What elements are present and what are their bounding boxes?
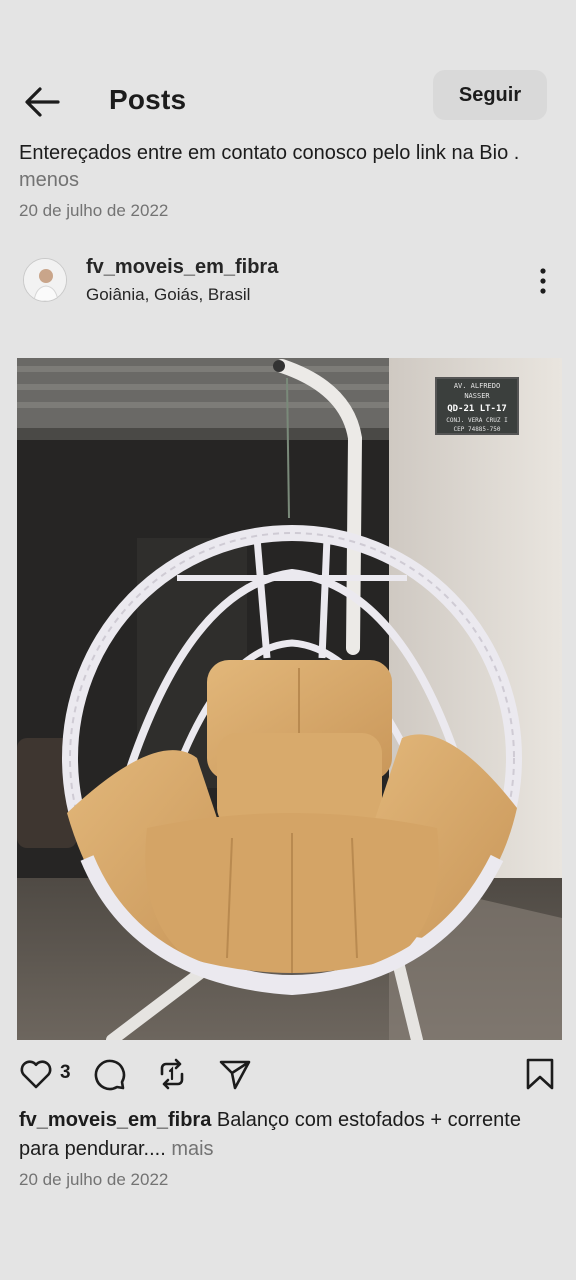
address-plate: AV. ALFREDO NASSER QD-21 LT-17 CONJ. VER…	[435, 377, 519, 435]
author-location[interactable]: Goiânia, Goiás, Brasil	[86, 285, 250, 305]
caption-username[interactable]: fv_moveis_em_fibra	[19, 1109, 211, 1131]
plate-line-2: NASSER	[464, 392, 490, 400]
post-caption: fv_moveis_em_fibra Balanço com estofados…	[19, 1106, 559, 1164]
bookmark-icon	[526, 1058, 554, 1090]
back-button[interactable]	[22, 84, 62, 120]
hanging-chair-photo: AV. ALFREDO NASSER QD-21 LT-17 CONJ. VER…	[17, 358, 562, 1040]
more-options-button[interactable]	[530, 266, 556, 296]
plate-line-5: CEP 74885-750	[454, 426, 501, 433]
follow-button[interactable]: Seguir	[433, 70, 547, 120]
like-button[interactable]	[18, 1056, 54, 1092]
heart-icon	[20, 1060, 52, 1089]
avatar-photo	[24, 259, 66, 301]
repost-icon	[160, 1058, 184, 1090]
plate-line-4: CONJ. VERA CRUZ I	[446, 417, 508, 424]
more-vertical-icon	[540, 268, 546, 294]
less-link[interactable]: menos	[19, 169, 79, 191]
top-post-date: 20 de julho de 2022	[19, 201, 169, 220]
comment-icon	[94, 1059, 126, 1091]
author-username[interactable]: fv_moveis_em_fibra	[86, 256, 278, 279]
more-link[interactable]: mais	[171, 1138, 213, 1160]
top-caption-text: Entereçados entre em contato conosco pel…	[19, 142, 520, 164]
plate-line-3: QD-21 LT-17	[447, 404, 507, 414]
post-image[interactable]: AV. ALFREDO NASSER QD-21 LT-17 CONJ. VER…	[17, 358, 562, 1040]
top-caption: Entereçados entre em contato conosco pel…	[19, 140, 539, 194]
comment-button[interactable]	[91, 1056, 127, 1092]
back-arrow-icon	[25, 87, 60, 117]
post-actions: 3	[0, 1052, 576, 1096]
send-icon	[219, 1060, 251, 1090]
avatar[interactable]	[23, 258, 67, 302]
top-bar: Posts Seguir	[0, 70, 576, 132]
share-button[interactable]	[217, 1056, 253, 1092]
plate-line-1: AV. ALFREDO	[454, 382, 500, 390]
save-button[interactable]	[522, 1056, 558, 1092]
post-date: 20 de julho de 2022	[19, 1170, 169, 1189]
post-author-row: fv_moveis_em_fibra Goiânia, Goiás, Brasi…	[0, 250, 576, 310]
like-count[interactable]: 3	[60, 1062, 71, 1084]
page-title: Posts	[109, 84, 187, 115]
repost-button[interactable]	[154, 1056, 190, 1092]
